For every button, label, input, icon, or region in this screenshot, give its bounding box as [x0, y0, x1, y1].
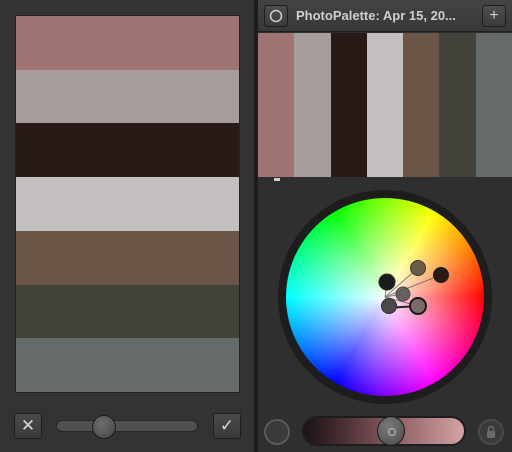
wheel-points-layer	[378, 260, 449, 315]
palette-swatch[interactable]	[16, 177, 239, 231]
close-icon: ✕	[20, 416, 36, 435]
palette-swatch[interactable]	[475, 33, 512, 177]
palette-detail-screen: ✕ ✓	[0, 0, 254, 452]
circle-arrow-icon	[269, 9, 283, 23]
selected-swatch-indicator	[274, 178, 280, 181]
slider-knob[interactable]	[376, 416, 405, 446]
history-button[interactable]	[264, 5, 288, 27]
brightness-slider[interactable]	[302, 416, 466, 446]
checkmark-icon: ✓	[219, 416, 235, 435]
header-bar: PhotoPalette: Apr 15, 20... +	[258, 0, 512, 32]
add-button[interactable]: +	[482, 5, 506, 27]
lock-button[interactable]	[478, 419, 504, 445]
wheel-point[interactable]	[378, 273, 396, 291]
cancel-button[interactable]: ✕	[14, 413, 42, 439]
palette-swatch[interactable]	[16, 284, 239, 339]
palette-swatch[interactable]	[439, 33, 476, 177]
palette-swatch[interactable]	[403, 33, 440, 177]
palette-swatch[interactable]	[258, 33, 295, 177]
plus-icon: +	[489, 7, 499, 24]
palette-swatch[interactable]	[16, 69, 239, 124]
confirm-button[interactable]: ✓	[213, 413, 241, 439]
color-count-slider[interactable]	[56, 415, 198, 439]
slider-knob[interactable]	[91, 415, 116, 439]
color-wheel-frame	[278, 190, 492, 404]
palette-swatch[interactable]	[294, 33, 331, 177]
wheel-point[interactable]	[395, 286, 411, 302]
palette-swatch[interactable]	[330, 33, 367, 177]
bottom-toolbar	[258, 410, 512, 452]
wheel-point[interactable]	[381, 298, 397, 314]
vertical-palette	[15, 15, 240, 393]
page-title: PhotoPalette: Apr 15, 20...	[296, 8, 456, 23]
palette-swatch[interactable]	[16, 230, 239, 285]
bottom-toolbar: ✕ ✓	[0, 400, 254, 452]
horizontal-palette	[258, 33, 512, 177]
lock-icon	[487, 425, 495, 438]
palette-swatch[interactable]	[16, 338, 239, 393]
wheel-point[interactable]	[410, 260, 426, 276]
palette-swatch[interactable]	[366, 33, 404, 177]
color-mode-button[interactable]	[264, 419, 290, 445]
wheel-point[interactable]	[433, 267, 449, 283]
palette-swatch[interactable]	[16, 16, 239, 70]
color-wheel[interactable]	[286, 198, 484, 396]
color-wheel-screen: PhotoPalette: Apr 15, 20... +	[258, 0, 512, 452]
palette-swatch[interactable]	[16, 123, 239, 178]
wheel-point-selected[interactable]	[409, 297, 427, 315]
